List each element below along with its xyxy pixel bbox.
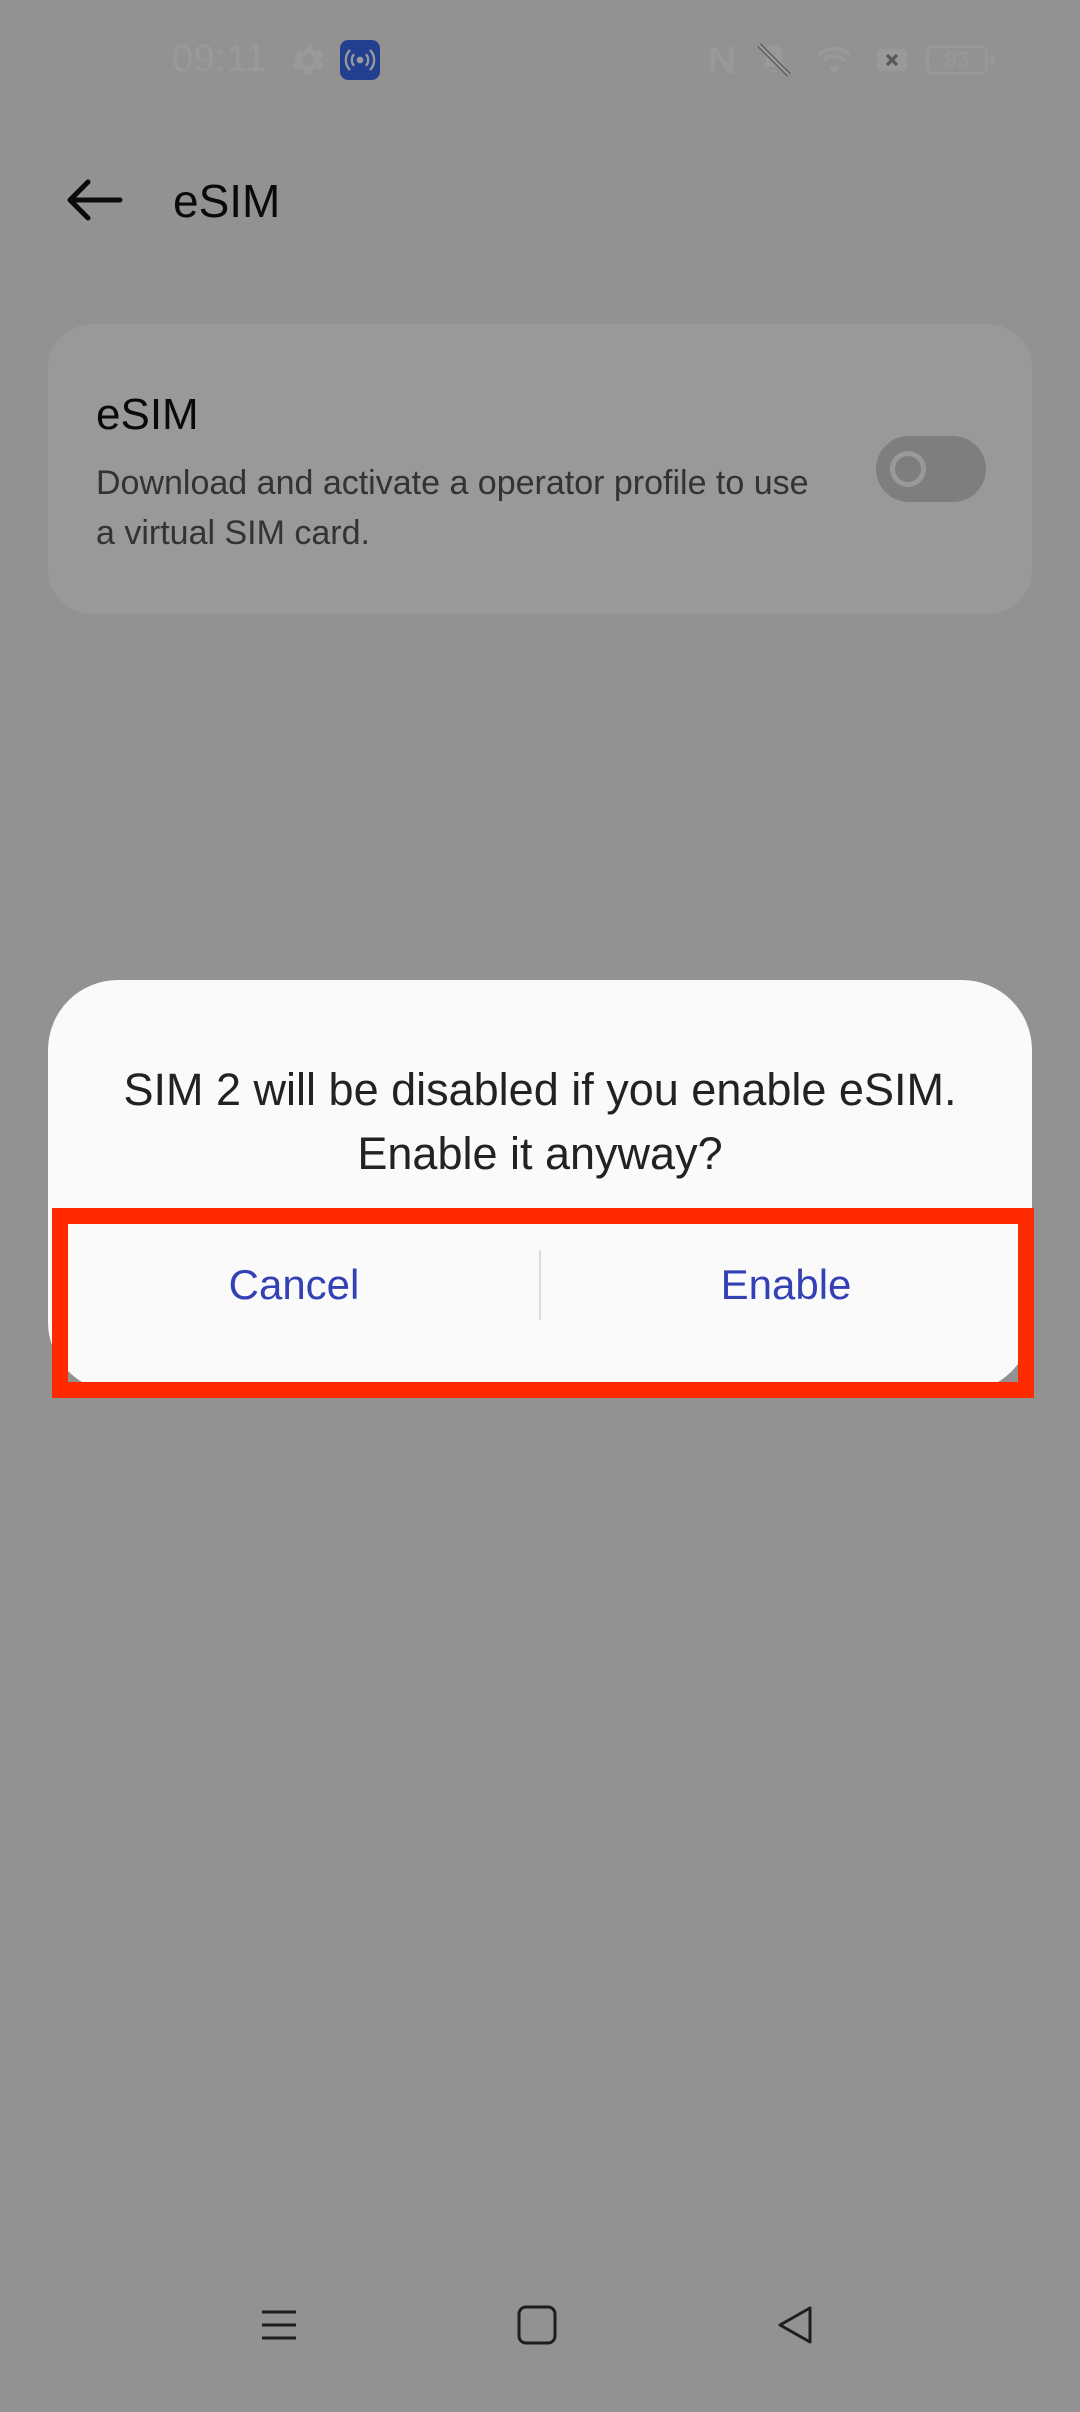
- dialog-message: SIM 2 will be disabled if you enable eSI…: [123, 1064, 957, 1179]
- cancel-button[interactable]: Cancel: [48, 1210, 540, 1360]
- dialog-actions: Cancel Enable: [48, 1210, 1032, 1360]
- enable-button[interactable]: Enable: [540, 1210, 1032, 1360]
- esim-confirm-dialog: SIM 2 will be disabled if you enable eSI…: [48, 980, 1032, 1392]
